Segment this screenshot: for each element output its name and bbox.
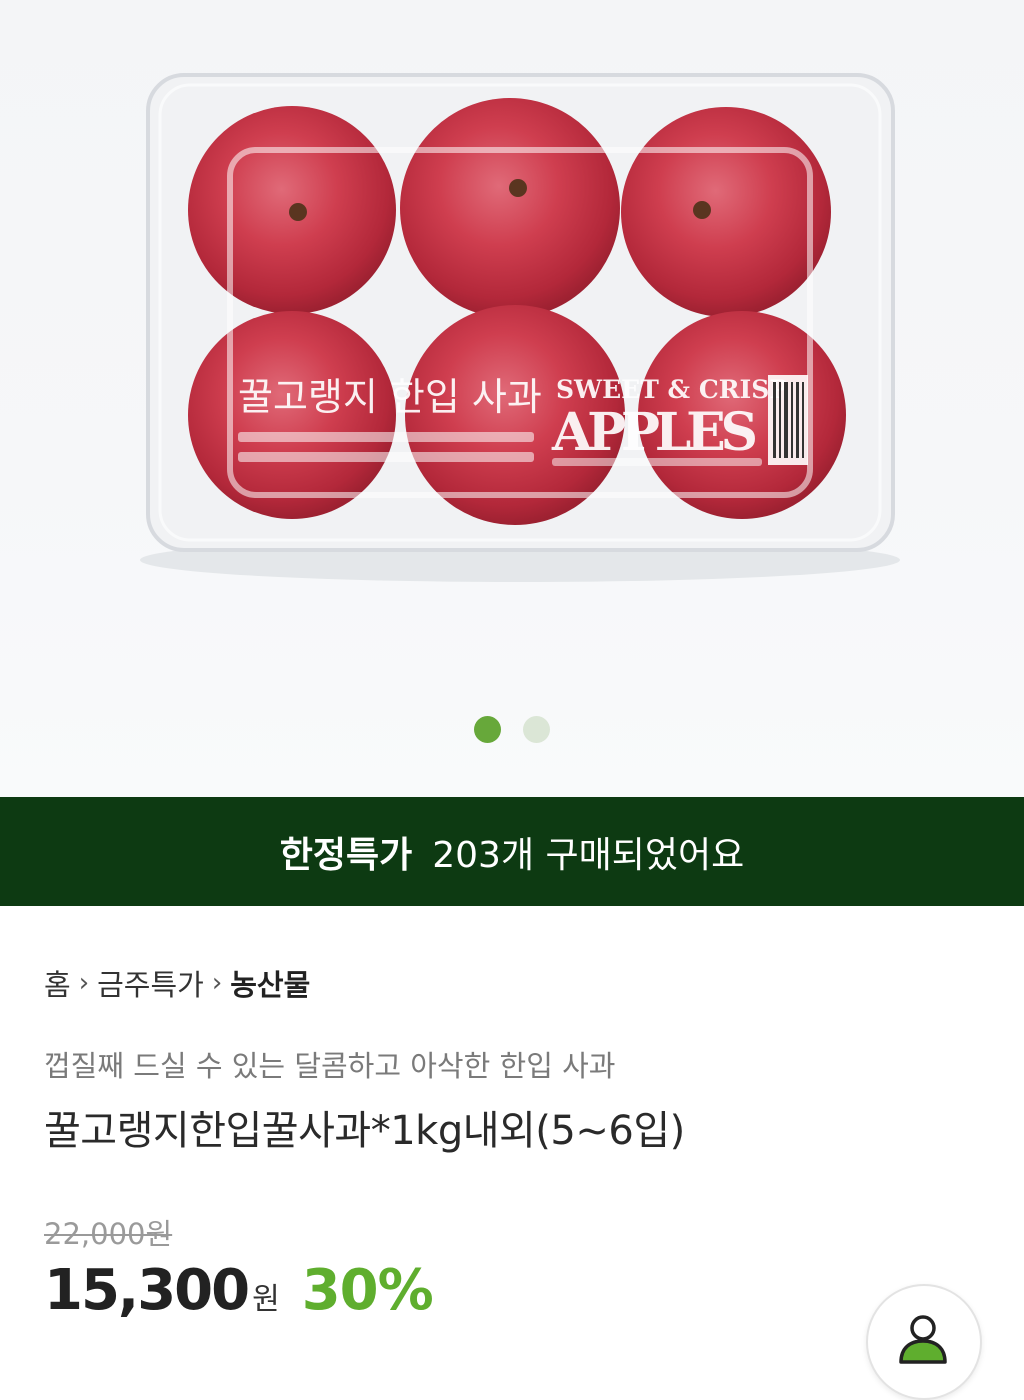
barcode-icon	[768, 375, 808, 465]
breadcrumb-home[interactable]: 홈	[44, 962, 71, 1004]
promo-banner: 한정특가 203개 구매되었어요	[0, 797, 1024, 906]
original-price: 22,000원	[44, 1217, 173, 1251]
price-row: 15,300 원 30%	[44, 1258, 434, 1323]
product-subtitle: 껍질째 드실 수 있는 달콤하고 아삭한 한입 사과	[44, 1049, 616, 1083]
apple-package-image: 꿀고랭지 한입 사과 SWEET & CRISP APPLES	[140, 73, 900, 582]
my-page-button[interactable]	[866, 1284, 982, 1400]
breadcrumb: 홈 › 금주특가 › 농산물	[44, 962, 310, 1004]
package-label-english-main: APPLES	[551, 402, 758, 463]
product-title: 꿀고랭지한입꿀사과*1kg내외(5~6입)	[44, 1108, 685, 1154]
chevron-right-icon: ›	[78, 968, 90, 998]
carousel-dot-1[interactable]	[474, 716, 501, 743]
product-image-carousel[interactable]: 꿀고랭지 한입 사과 SWEET & CRISP APPLES	[0, 0, 1024, 797]
package-label-korean: 꿀고랭지 한입 사과	[238, 375, 542, 419]
carousel-indicator	[0, 716, 1024, 743]
carousel-dot-2[interactable]	[523, 716, 550, 743]
sale-price: 15,300	[44, 1258, 250, 1323]
person-icon	[899, 1315, 947, 1364]
breadcrumb-current[interactable]: 농산물	[230, 962, 310, 1004]
currency-label: 원	[252, 1282, 280, 1317]
promo-label: 한정특가	[279, 834, 413, 876]
package-label-english-top: SWEET & CRISP	[556, 375, 788, 404]
chevron-right-icon: ›	[211, 968, 223, 998]
discount-rate: 30%	[301, 1258, 434, 1323]
breadcrumb-category[interactable]: 금주특가	[97, 962, 204, 1004]
purchased-count: 203개 구매되었어요	[432, 834, 745, 876]
